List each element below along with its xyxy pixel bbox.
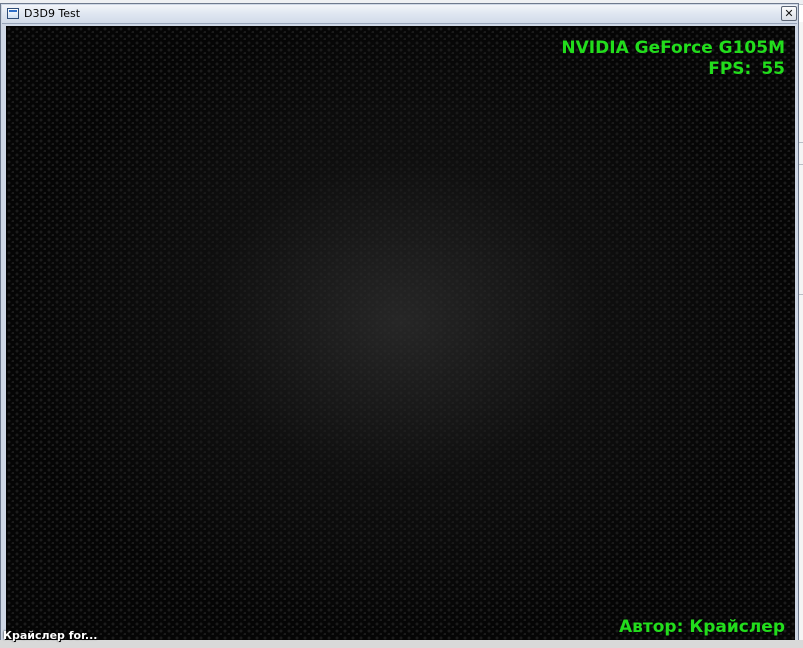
window-title: D3D9 Test [24, 7, 81, 20]
render-viewport[interactable]: NVIDIA GeForce G105M FPS: 55 Автор: Крайс… [6, 26, 795, 640]
fps-label: FPS: [708, 59, 752, 79]
fps-counter: FPS: 55 [708, 59, 785, 79]
taskbar-strip [0, 640, 803, 648]
title-bar[interactable]: D3D9 Test ✕ [2, 5, 797, 24]
app-window-icon[interactable] [7, 8, 19, 19]
d3d9-test-window[interactable]: D3D9 Test ✕ NVIDIA GeForce G105M FPS: 55 … [0, 3, 799, 643]
gpu-name-label: NVIDIA GeForce G105M [561, 38, 785, 58]
screen: D3D9 Test ✕ NVIDIA GeForce G105M FPS: 55 … [0, 0, 803, 648]
author-label: Автор: Крайслер [618, 617, 785, 637]
taskbar-button-label[interactable]: Крайслер for... [3, 629, 97, 643]
close-button[interactable]: ✕ [781, 6, 797, 21]
fps-value: 55 [761, 59, 785, 79]
